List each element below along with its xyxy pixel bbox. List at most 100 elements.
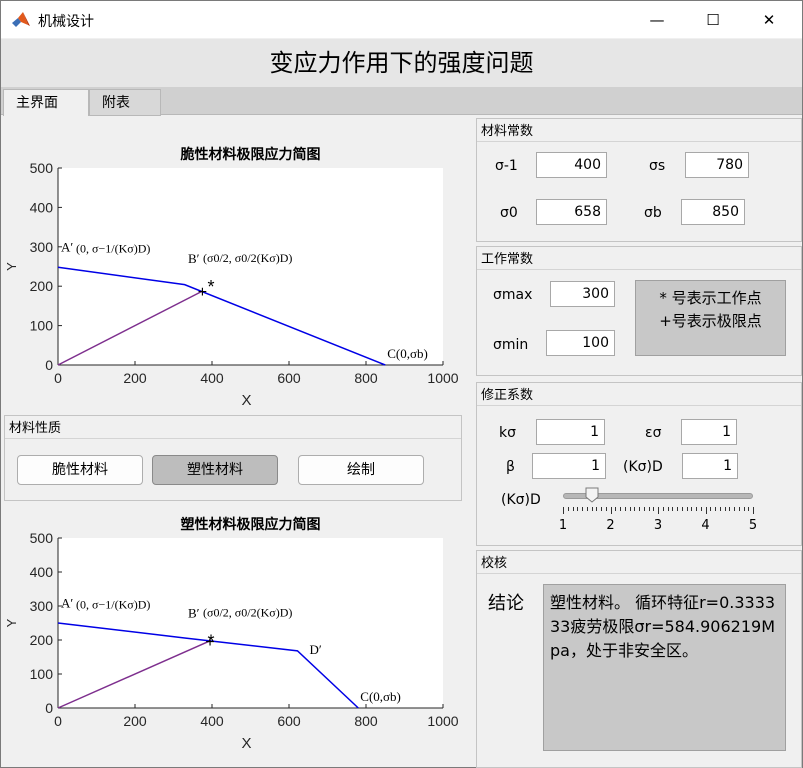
work-point-marker: * — [207, 277, 214, 297]
sigma-max-label: σmax — [493, 287, 533, 303]
x-tick-label: 1000 — [427, 370, 458, 386]
correction-factors-title: 修正系数 — [481, 388, 534, 403]
minimize-button[interactable]: — — [634, 1, 680, 38]
ductile-material-button[interactable]: 塑性材料 — [152, 455, 278, 485]
point-b-coords: (σ0/2, σ0/2(Kσ)D) — [203, 606, 292, 620]
slider-major-tick — [563, 507, 564, 514]
slider-minor-tick — [672, 507, 674, 511]
material-constants-panel: 材料常数 σ-1 400 σs 780 σ0 658 σb 850 — [476, 118, 802, 242]
material-type-title: 材料性质 — [9, 421, 62, 436]
close-button[interactable]: ✕ — [746, 1, 792, 38]
x-tick-label: 1000 — [427, 713, 458, 729]
slider-minor-tick — [748, 507, 750, 511]
slider-minor-tick — [629, 507, 631, 511]
y-tick-label: 500 — [30, 160, 54, 176]
epsilon-sigma-input[interactable]: 1 — [681, 419, 737, 445]
slider-minor-tick — [653, 507, 655, 511]
slider-minor-tick — [605, 507, 607, 511]
slider-minor-tick — [582, 507, 583, 511]
tab-appendix[interactable]: 附表 — [89, 89, 161, 116]
slider-minor-tick — [667, 507, 669, 511]
maximize-button[interactable]: ☐ — [690, 1, 736, 38]
beta-label: β — [506, 459, 515, 475]
slider-minor-tick — [729, 507, 731, 511]
slider-minor-tick — [577, 507, 579, 511]
sigma-max-input[interactable]: 300 — [550, 281, 615, 307]
y-tick-label: 100 — [30, 318, 54, 334]
y-tick-label: 200 — [30, 278, 54, 294]
k-sigma-d-input[interactable]: 1 — [682, 453, 738, 479]
plot-button[interactable]: 绘制 — [298, 455, 424, 485]
sigma-min-input[interactable]: 100 — [546, 330, 615, 356]
slider-minor-tick — [724, 507, 726, 511]
chart-title: 脆性材料极限应力简图 — [180, 146, 321, 162]
slider-minor-tick — [696, 507, 697, 511]
brittle-material-button[interactable]: 脆性材料 — [17, 455, 143, 485]
beta-input[interactable]: 1 — [532, 453, 606, 479]
x-tick-label: 800 — [354, 370, 378, 386]
result-text: 塑性材料。 循环特征r=0.333333疲劳极限σr=584.906219Mpa… — [543, 584, 786, 751]
close-icon: ✕ — [762, 10, 776, 29]
tab-main[interactable]: 主界面 — [3, 89, 89, 116]
ductile-material-chart: 塑性材料极限应力简图 0 200 400 600 800 1000 0 100 200 300 400… — [4, 516, 459, 752]
chart-title: 塑性材料极限应力简图 — [181, 516, 321, 532]
limit-point-legend: +号表示极限点 — [659, 312, 762, 330]
point-c-label: C(0,σb) — [387, 346, 428, 361]
slider-tick-label: 2 — [606, 518, 615, 533]
title-bar: 机械设计 — ☐ ✕ — [1, 1, 802, 38]
y-tick-label: 0 — [45, 700, 53, 716]
slider-minor-tick — [677, 507, 678, 511]
slider-minor-tick — [715, 507, 716, 511]
slider-minor-tick — [719, 507, 721, 511]
maximize-icon: ☐ — [706, 10, 720, 29]
slider-tick-label: 5 — [748, 518, 758, 533]
k-sigma-d-slider[interactable]: 1 2 3 4 5 — [559, 487, 763, 539]
window-title: 机械设计 — [38, 14, 94, 30]
k-sigma-input[interactable]: 1 — [536, 419, 605, 445]
correction-factors-panel: 修正系数 kσ 1 εσ 1 β 1 (Kσ)D 1 (Kσ)D 1 2 3 4 5 — [476, 382, 802, 546]
x-tick-label: 800 — [354, 713, 378, 729]
x-tick-label: 600 — [277, 370, 301, 386]
y-tick-label: 400 — [30, 199, 54, 215]
point-a-label: A′ — [61, 239, 73, 254]
point-d-label: D′ — [309, 642, 321, 657]
slider-minor-tick — [634, 507, 636, 511]
x-tick-label: 600 — [277, 713, 301, 729]
slider-minor-tick — [710, 507, 712, 511]
point-c-label: C(0,σb) — [360, 689, 401, 704]
slider-minor-tick — [700, 507, 702, 511]
slider-major-tick — [705, 507, 707, 514]
point-a-label: A′ — [61, 596, 73, 611]
work-constants-panel: 工作常数 σmax 300 σmin 100 * 号表示工作点 +号表示极限点 — [476, 246, 802, 376]
tab-appendix-label: 附表 — [102, 95, 130, 111]
sigma-minus1-label: σ-1 — [495, 158, 518, 174]
y-tick-label: 400 — [30, 564, 54, 580]
conclusion-label: 结论 — [488, 593, 524, 614]
k-sigma-d-label: (Kσ)D — [623, 459, 663, 475]
brittle-material-button-label: 脆性材料 — [52, 462, 108, 478]
slider-minor-tick — [639, 507, 640, 511]
slider-minor-tick — [662, 507, 664, 511]
slider-thumb[interactable] — [585, 487, 599, 503]
x-axis-label: X — [241, 392, 251, 409]
slider-minor-tick — [643, 507, 645, 511]
slider-minor-tick — [567, 507, 569, 511]
sigma-0-input[interactable]: 658 — [536, 199, 607, 225]
check-title: 校核 — [481, 556, 508, 571]
slider-minor-tick — [648, 507, 650, 511]
sigma-minus1-input[interactable]: 400 — [536, 152, 607, 178]
k-sigma-d-slider-label: (Kσ)D — [501, 492, 541, 508]
plot-button-label: 绘制 — [347, 462, 375, 478]
work-constants-title: 工作常数 — [481, 252, 534, 267]
sigma-b-input[interactable]: 850 — [681, 199, 745, 225]
app-window: 机械设计 — ☐ ✕ 变应力作用下的强度问题 主界面 附表 脆性材料极限应力简图… — [0, 0, 803, 768]
x-tick-label: 200 — [123, 370, 147, 386]
slider-minor-tick — [586, 507, 588, 511]
limit-point-marker: + — [198, 284, 207, 301]
tab-main-label: 主界面 — [16, 95, 58, 111]
x-tick-label: 400 — [200, 370, 224, 386]
y-tick-label: 300 — [30, 598, 54, 614]
sigma-0-label: σ0 — [500, 205, 518, 221]
slider-minor-tick — [686, 507, 688, 511]
sigma-s-input[interactable]: 780 — [685, 152, 749, 178]
